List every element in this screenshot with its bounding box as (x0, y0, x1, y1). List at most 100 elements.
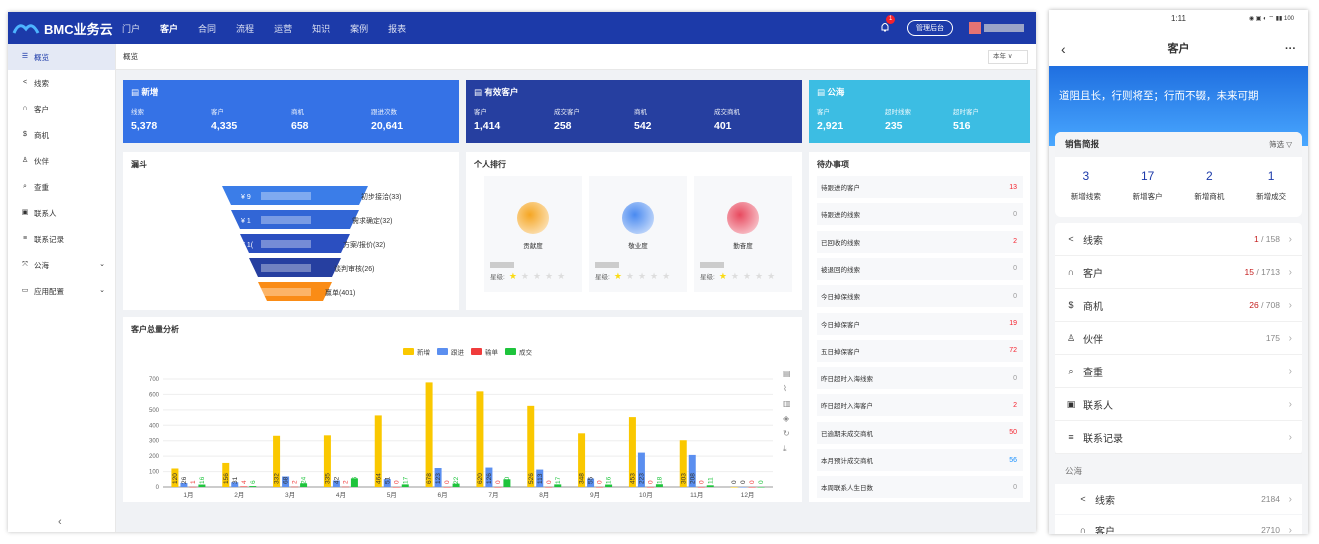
bar[interactable] (189, 486, 197, 488)
mobile-row-2[interactable]: $ 商机 26 / 708 › (1055, 289, 1302, 322)
todo-item[interactable]: 本月预计成交商机 56 (817, 449, 1023, 471)
sidebar-item-9[interactable]: ▭ 应用配置 ⌄ (8, 278, 115, 304)
sidebar-item-3[interactable]: $ 商机 (8, 122, 115, 148)
avatar[interactable] (969, 22, 981, 34)
sales-metric[interactable]: 3 新增线索 (1055, 169, 1117, 202)
nav-tab-3[interactable]: 流程 (236, 22, 254, 35)
stack-icon[interactable]: ◈ (783, 414, 795, 429)
todo-item[interactable]: 今日掉保线索 0 (817, 285, 1023, 308)
mobile-row-5[interactable]: ▣ 联系人 › (1055, 388, 1302, 421)
rank-card-2[interactable]: 勤奋度 星级: ★ ★ ★ ★ ★ (694, 176, 792, 292)
metric-label: 新增客户 (1132, 192, 1163, 201)
todo-item[interactable]: 已逾期未成交商机 50 (817, 421, 1023, 444)
bar[interactable] (392, 487, 400, 488)
sales-metric[interactable]: 1 新增成交 (1240, 169, 1302, 202)
todo-item[interactable]: 被退回的线索 0 (817, 257, 1023, 280)
bar[interactable] (341, 486, 349, 488)
bar[interactable] (545, 487, 553, 488)
todo-item[interactable]: 今日掉保客户 19 (817, 312, 1023, 335)
stat-card-title: ▤ 公海 (817, 86, 1022, 98)
nav-tab-0[interactable]: 门户 (122, 22, 140, 35)
todo-item[interactable]: 五日掉保客户 72 (817, 339, 1023, 362)
mobile-row-3[interactable]: ♙ 伙伴 175 › (1055, 322, 1302, 355)
nav-tab-5[interactable]: 知识 (312, 22, 330, 35)
stat-item[interactable]: 超时客户 516 (953, 106, 1021, 132)
nav-tab-7[interactable]: 报表 (388, 22, 406, 35)
bar[interactable] (730, 487, 738, 488)
todo-item[interactable]: 待跟进的客户 13 (817, 176, 1023, 198)
todo-item[interactable]: 本周联系人生日数 0 (817, 476, 1023, 499)
stat-item[interactable]: 线索 5,378 (131, 106, 211, 132)
bar[interactable] (425, 382, 433, 487)
refresh-icon[interactable]: ↻ (783, 429, 795, 444)
nav-tab-6[interactable]: 案例 (350, 22, 368, 35)
sea-row-1[interactable]: ∩ 客户 2710 › (1055, 515, 1302, 534)
bar[interactable] (240, 486, 248, 487)
legend-swatch[interactable] (505, 348, 516, 355)
stat-item[interactable]: 商机 658 (291, 106, 371, 132)
mobile-row-4[interactable]: ⌕ 查重 › (1055, 355, 1302, 388)
sidebar-item-4[interactable]: ♙ 伙伴 (8, 148, 115, 174)
bar[interactable] (291, 486, 299, 488)
rank-card-1[interactable]: 敬业度 星级: ★ ★ ★ ★ ★ (589, 176, 687, 292)
bar[interactable] (646, 487, 654, 488)
rank-card-0[interactable]: 贡献度 星级: ★ ★ ★ ★ ★ (484, 176, 582, 292)
bar[interactable] (748, 487, 756, 488)
bar[interactable] (739, 487, 747, 488)
metric-value: 17 (1140, 169, 1155, 183)
bar[interactable] (757, 487, 765, 488)
stat-item[interactable]: 超时线索 235 (885, 106, 953, 132)
todo-count: 2 (1013, 238, 1017, 246)
bar[interactable] (596, 487, 604, 488)
sidebar-item-6[interactable]: ▣ 联系人 (8, 200, 115, 226)
mobile-row-6[interactable]: ≡ 联系记录 › (1055, 421, 1302, 454)
document-icon[interactable]: ▤ (783, 369, 795, 384)
legend-swatch[interactable] (471, 348, 482, 355)
stat-item[interactable]: 客户 1,414 (474, 106, 554, 132)
stat-item[interactable]: 成交客户 258 (554, 106, 634, 132)
legend-swatch[interactable] (403, 348, 414, 355)
collapse-sidebar-icon[interactable]: ‹ (58, 516, 62, 528)
bar[interactable] (706, 485, 714, 487)
year-select[interactable]: 本年 ∨ (988, 50, 1028, 64)
sidebar-item-1[interactable]: < 线索 (8, 70, 115, 96)
back-arrow-icon[interactable]: ‹ (1061, 30, 1066, 68)
todo-item[interactable]: 已回收的线索 2 (817, 230, 1023, 253)
bar[interactable] (443, 487, 451, 488)
sales-metric[interactable]: 17 新增客户 (1117, 169, 1179, 202)
stat-item[interactable]: 客户 2,921 (817, 106, 885, 132)
stat-item[interactable]: 跟进次数 20,641 (371, 106, 451, 132)
stat-item[interactable]: 客户 4,335 (211, 106, 291, 132)
sidebar-item-5[interactable]: ⌕ 查重 (8, 174, 115, 200)
stat-item[interactable]: 成交商机 401 (714, 106, 794, 132)
bell-icon[interactable]: 1 (879, 15, 896, 35)
sidebar-item-0[interactable]: ☰ 概览 (8, 44, 115, 70)
filter-button[interactable]: 筛选 ▽ (1269, 132, 1292, 157)
todo-item[interactable]: 昨日超时入海客户 2 (817, 394, 1023, 417)
todo-item[interactable]: 昨日超时入海线索 0 (817, 367, 1023, 390)
sea-row-0[interactable]: < 线索 2184 › (1055, 484, 1302, 514)
bar-value-label: 22 (453, 476, 460, 484)
bar[interactable] (697, 487, 705, 488)
mobile-row-1[interactable]: ∩ 客户 15 / 1713 › (1055, 256, 1302, 289)
sidebar-item-7[interactable]: ≡ 联系记录 (8, 226, 115, 252)
more-icon[interactable]: ··· (1285, 30, 1296, 68)
stat-item[interactable]: 商机 542 (634, 106, 714, 132)
sales-metric[interactable]: 2 新增商机 (1179, 169, 1241, 202)
legend-swatch[interactable] (437, 348, 448, 355)
bar[interactable] (249, 486, 257, 487)
download-icon[interactable]: ⤓ (783, 444, 795, 459)
admin-console-button[interactable]: 管理后台 (907, 20, 953, 36)
bar[interactable] (494, 487, 502, 488)
mobile-row-0[interactable]: < 线索 1 / 158 › (1055, 223, 1302, 256)
bar[interactable] (476, 391, 484, 487)
sidebar-item-2[interactable]: ∩ 客户 (8, 96, 115, 122)
nav-tab-1[interactable]: 客户 (160, 22, 178, 35)
todo-item[interactable]: 待跟进的线索 0 (817, 203, 1023, 226)
sidebar-item-8[interactable]: ⤧ 公海 ⌄ (8, 252, 115, 278)
bar-chart-icon[interactable]: ▥ (783, 399, 795, 414)
nav-tab-2[interactable]: 合同 (198, 22, 216, 35)
logo[interactable]: BMC业务云 (12, 19, 122, 38)
line-chart-icon[interactable]: ⌇ (783, 384, 795, 399)
nav-tab-4[interactable]: 运营 (274, 22, 292, 35)
